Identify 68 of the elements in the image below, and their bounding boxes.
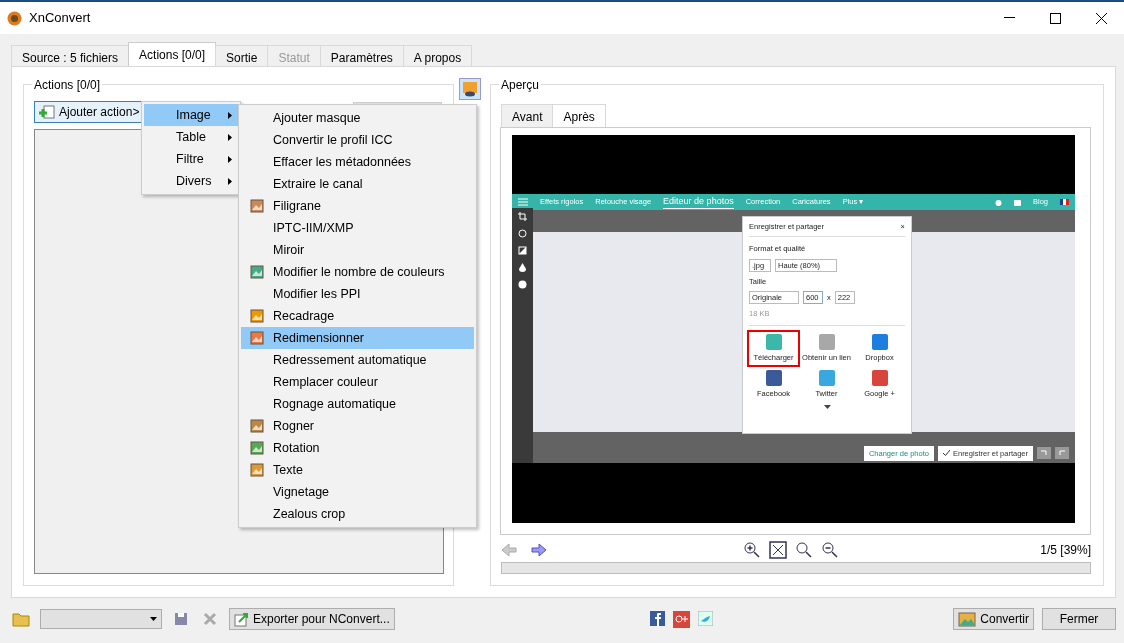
crop-icon	[518, 212, 527, 221]
zoom-icon[interactable]	[795, 541, 813, 559]
plus-icon	[39, 105, 55, 119]
menu-item[interactable]: Rogner	[273, 416, 314, 436]
submenu-arrow-icon	[228, 155, 232, 163]
menu-item[interactable]: Redressement automatique	[273, 350, 427, 370]
caret-icon[interactable]	[823, 405, 831, 409]
horizontal-scrollbar[interactable]	[501, 562, 1091, 574]
menu-item[interactable]: Redimensionner	[241, 327, 474, 349]
menu-item[interactable]: Image	[144, 104, 238, 126]
maximize-icon[interactable]	[1049, 12, 1061, 24]
drop-icon	[518, 263, 527, 272]
redo-icon[interactable]	[1055, 447, 1069, 460]
menu-item[interactable]: Filtre	[144, 148, 238, 170]
menu-item[interactable]: Miroir	[273, 240, 305, 260]
menu-item[interactable]: Divers	[144, 170, 238, 192]
export-icon	[234, 611, 249, 627]
circle-icon	[518, 280, 527, 289]
zoom-in-icon[interactable]	[743, 541, 761, 559]
app-logo-icon	[6, 9, 23, 27]
minimize-icon[interactable]	[1003, 17, 1015, 19]
menu-item[interactable]: Rognage automatique	[273, 394, 396, 414]
menu-item[interactable]: Remplacer couleur	[273, 372, 378, 392]
menu-item[interactable]: Texte	[273, 460, 303, 480]
arrow-right-icon[interactable]	[531, 543, 547, 557]
menu-item[interactable]: Effacer les métadonnées	[273, 152, 412, 172]
save-icon[interactable]	[174, 612, 188, 626]
caret-icon	[150, 617, 157, 621]
google-plus-icon[interactable]	[672, 610, 690, 628]
menu-item[interactable]: Convertir le profil ICC	[273, 130, 393, 150]
tab[interactable]: A propos	[402, 45, 473, 66]
rotate-icon	[518, 229, 527, 238]
check-icon	[942, 450, 950, 457]
twitter-icon[interactable]	[697, 610, 713, 626]
menu-item[interactable]: Filigrane	[273, 196, 321, 216]
fit-screen-icon[interactable]	[769, 541, 787, 559]
submenu-arrow-icon	[228, 111, 232, 119]
flag-icon[interactable]	[1060, 199, 1069, 205]
tab[interactable]: Source : 5 fichiers	[11, 45, 130, 66]
menu-item[interactable]: Modifier les PPI	[273, 284, 361, 304]
menu-item[interactable]: Table	[144, 126, 238, 148]
menu-item[interactable]: Extraire le canal	[273, 174, 363, 194]
submenu-arrow-icon	[228, 133, 232, 141]
close-window-button[interactable]: Fermer	[1042, 608, 1116, 630]
window-title: XnConvert	[29, 9, 91, 28]
picture-icon	[958, 611, 977, 627]
menu-item[interactable]: Recadrage	[273, 306, 335, 326]
tab[interactable]: Actions [0/0]	[128, 42, 217, 66]
export-button[interactable]: Exporter pour NConvert...	[229, 608, 395, 630]
close-icon[interactable]	[1095, 12, 1107, 24]
menu-item[interactable]: Rotation	[273, 438, 320, 458]
menu-item[interactable]: IPTC-IIM/XMP	[273, 218, 354, 238]
menu-item[interactable]: Vignetage	[273, 482, 330, 502]
menu-item[interactable]: Zealous crop	[273, 504, 346, 524]
contrast-icon	[518, 246, 527, 255]
facebook-icon[interactable]	[649, 610, 665, 626]
android-icon[interactable]	[1014, 198, 1021, 206]
submenu-arrow-icon	[228, 177, 232, 185]
convert-button[interactable]: Convertir	[953, 608, 1034, 630]
tab[interactable]: Sortie	[215, 45, 269, 66]
preview-toggle-button[interactable]	[459, 78, 481, 100]
menu-item[interactable]: Ajouter masque	[273, 108, 361, 128]
menu-item[interactable]: Modifier le nombre de couleurs	[273, 262, 445, 282]
picture-eye-icon	[462, 81, 478, 97]
apple-icon[interactable]	[995, 198, 1002, 206]
undo-icon[interactable]	[1037, 447, 1051, 460]
zoom-counter: 1/5 [39%]	[1040, 542, 1091, 559]
zoom-out-icon[interactable]	[821, 541, 839, 559]
